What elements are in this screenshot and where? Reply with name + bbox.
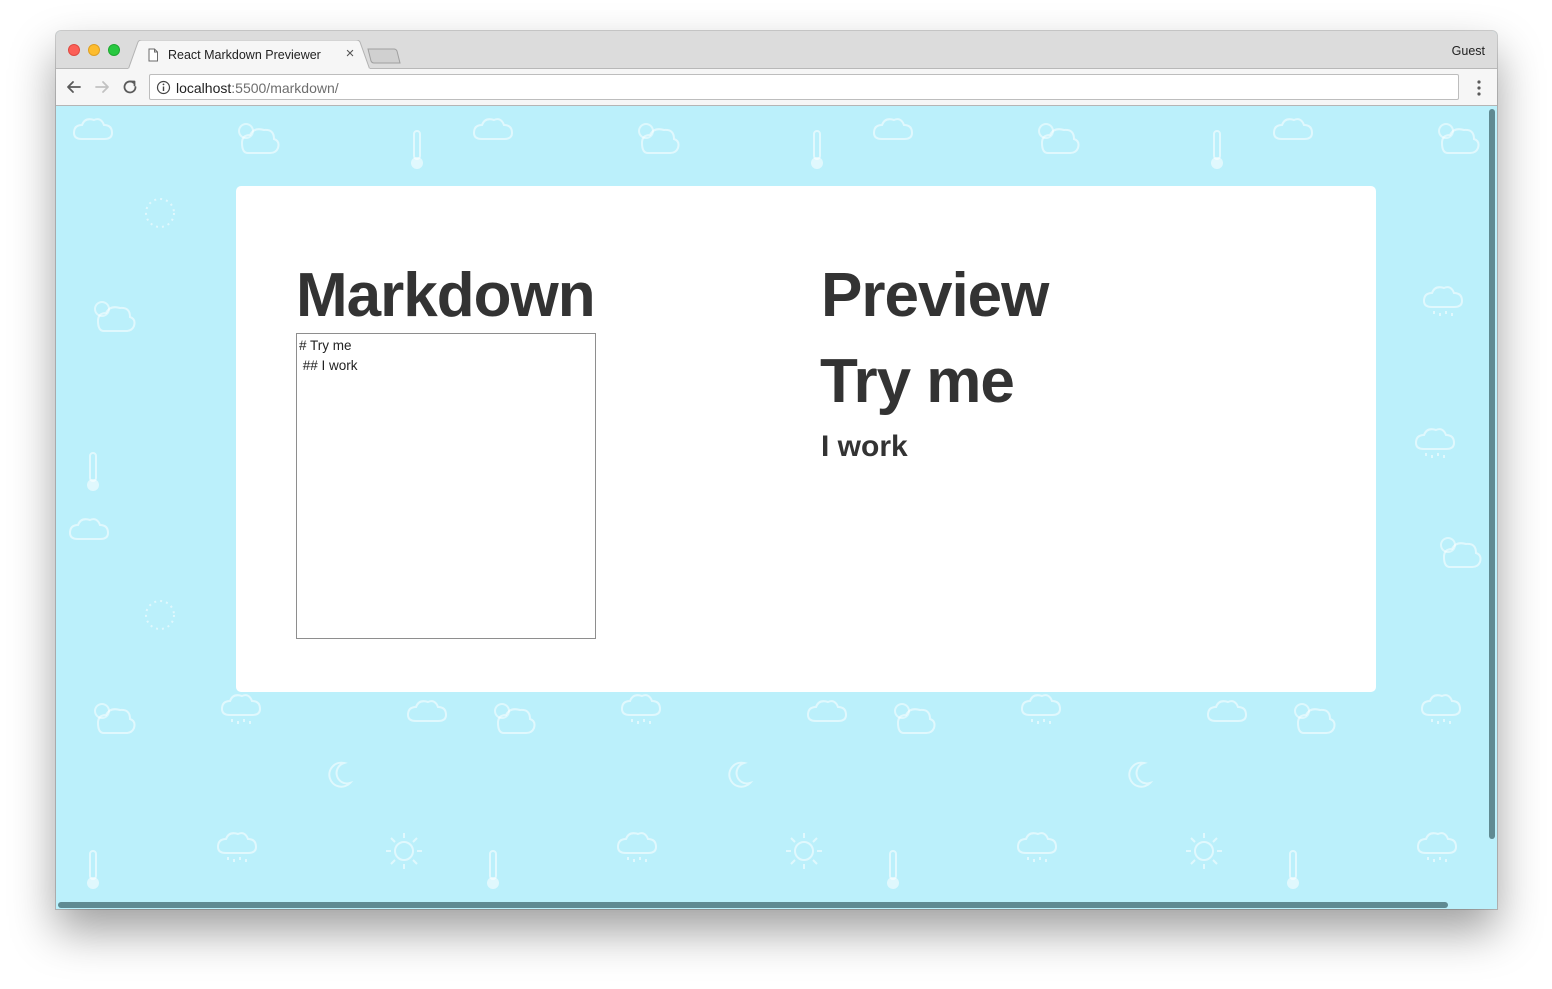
reload-icon[interactable] [120, 77, 140, 97]
browser-window: React Markdown Previewer × Guest localho… [56, 31, 1497, 909]
vertical-scrollbar[interactable] [1489, 109, 1495, 839]
minimize-window-button[interactable] [88, 44, 100, 56]
new-tab-button[interactable] [366, 47, 402, 65]
url-host: localhost [176, 80, 232, 96]
address-bar[interactable]: localhost:5500/markdown/ [149, 74, 1459, 100]
content-card: Markdown Preview # Try me ## I work Try … [236, 186, 1376, 692]
url-path: :5500/markdown/ [231, 80, 339, 96]
horizontal-scrollbar[interactable] [58, 902, 1448, 908]
url-text[interactable]: localhost:5500/markdown/ [176, 80, 339, 96]
page-viewport: Markdown Preview # Try me ## I work Try … [56, 107, 1497, 909]
page-icon [148, 48, 158, 62]
title-bar: React Markdown Previewer × Guest [56, 31, 1497, 70]
browser-toolbar: localhost:5500/markdown/ [56, 69, 1497, 106]
close-window-button[interactable] [68, 44, 80, 56]
preview-h2: I work [821, 430, 908, 463]
preview-h1: Try me [820, 347, 1015, 416]
preview-heading: Preview [821, 261, 1049, 330]
tab-label-row[interactable]: React Markdown Previewer [146, 45, 366, 65]
back-arrow-icon[interactable] [64, 77, 84, 97]
markdown-editor[interactable]: # Try me ## I work [296, 333, 596, 639]
maximize-window-button[interactable] [108, 44, 120, 56]
tab-title: React Markdown Previewer [168, 48, 321, 62]
tab-close-icon[interactable]: × [342, 45, 358, 63]
profile-label[interactable]: Guest [1452, 44, 1485, 58]
info-icon[interactable] [156, 80, 171, 95]
forward-arrow-icon[interactable] [92, 77, 112, 97]
markdown-heading: Markdown [296, 261, 596, 330]
kebab-menu-icon[interactable] [1471, 78, 1487, 98]
